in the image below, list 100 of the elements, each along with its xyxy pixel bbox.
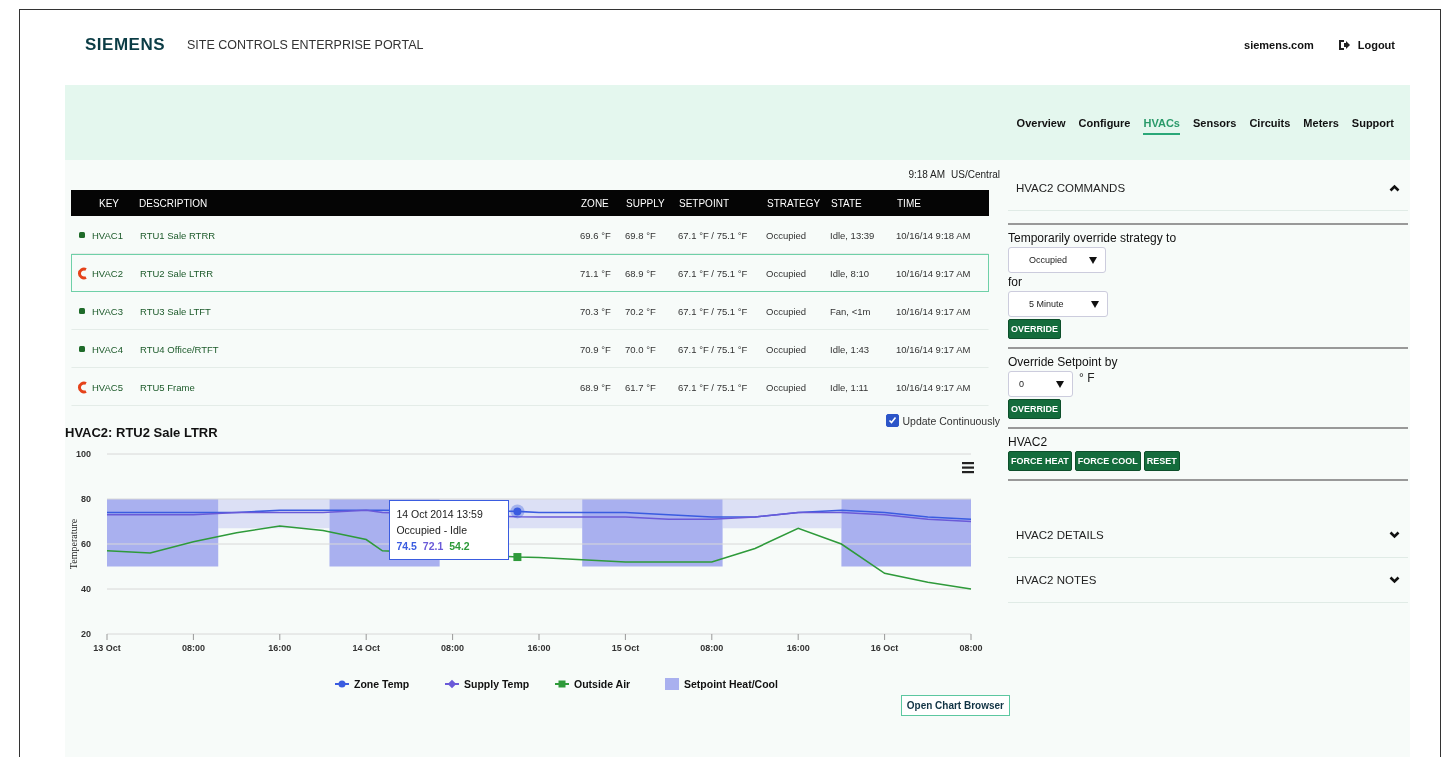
caret-icon xyxy=(1091,300,1099,308)
table-cell-text: 61.7 °F xyxy=(625,381,657,393)
field-label: Override Setpoint by xyxy=(1008,355,1118,369)
table-cell-text: HVAC5 xyxy=(92,381,124,393)
table-cell-text: 67.1 °F / 75.1 °F xyxy=(678,229,749,241)
nav-tab[interactable]: Configure xyxy=(1078,112,1131,135)
legend-item[interactable]: Supply Temp xyxy=(444,678,530,690)
table-cell-text: 10/16/14 9:17 AM xyxy=(896,343,972,355)
override-button[interactable]: OVERRIDE xyxy=(1008,399,1061,419)
table-row[interactable]: HVAC2 RTU2 Sale LTRR 71.1 °F 68.9 °F 67.1 °F / 75.1 °F Occupied Idle, 8:10 10/16/14 9:17 AM xyxy=(71,254,989,292)
table-cell-text: 68.9 °F xyxy=(625,267,657,279)
table-cell-text: 67.1 °F / 75.1 °F xyxy=(678,305,749,317)
table-cell-text: 67.1 °F / 75.1 °F xyxy=(678,267,749,279)
table-cell-text: 68.9 °F xyxy=(580,381,612,393)
table-row[interactable]: HVAC3 RTU3 Sale LTFT 70.3 °F 70.2 °F 67.1 °F / 75.1 °F Occupied Fan, <1m 10/16/14 9:17 AM xyxy=(71,292,989,330)
c-icon xyxy=(77,380,87,394)
tooltip-date: 14 Oct 2014 13:59 xyxy=(396,507,484,522)
table-cell-text: RTU4 Office/RTFT xyxy=(140,343,220,355)
checkmark-icon xyxy=(887,416,897,425)
accordion-header[interactable]: HVAC2 NOTES xyxy=(1008,558,1408,603)
table-cell-text: Idle, 13:39 xyxy=(830,229,876,241)
y-tick-label: 100 xyxy=(75,449,91,459)
column-header: STATE xyxy=(831,197,863,209)
nav-tab[interactable]: Circuits xyxy=(1249,112,1291,135)
clock-time: 9:18 AM xyxy=(908,169,946,182)
x-tick-label: 14 Oct xyxy=(352,643,380,653)
caret-icon xyxy=(1056,380,1064,388)
menu-icon[interactable] xyxy=(962,462,974,474)
setpoint-dropdown[interactable]: 0 xyxy=(1008,371,1073,397)
table-cell-text: Idle, 1:43 xyxy=(830,343,871,355)
caret-icon xyxy=(1089,256,1097,264)
command-button[interactable]: RESET xyxy=(1143,451,1180,471)
column-header: KEY xyxy=(98,197,120,209)
hover-point xyxy=(513,553,522,562)
table-cell-text: 10/16/14 9:18 AM xyxy=(896,229,972,241)
duration-dropdown[interactable]: 5 Minute xyxy=(1008,291,1108,317)
x-tick-label: 16:00 xyxy=(786,643,810,653)
table-cell-text: Occupied xyxy=(766,267,808,279)
legend-label[interactable]: Setpoint Heat/Cool xyxy=(684,678,778,690)
logout-link[interactable]: Logout xyxy=(1357,38,1395,51)
legend-item[interactable]: Outside Air xyxy=(554,678,631,690)
nav-tab[interactable]: Meters xyxy=(1303,112,1339,135)
table-cell-text: 10/16/14 9:17 AM xyxy=(896,267,972,279)
time-zone: US/Central xyxy=(951,169,1000,182)
table-cell-text: 67.1 °F / 75.1 °F xyxy=(678,381,749,393)
y-tick-label: 40 xyxy=(81,584,91,594)
table-cell-text: RTU2 Sale LTRR xyxy=(140,267,215,279)
portal-title: SITE CONTROLS ENTERPRISE PORTAL xyxy=(187,37,424,52)
legend-label: Zone Temp xyxy=(354,678,410,690)
table-cell-text: 10/16/14 9:17 AM xyxy=(896,381,972,393)
table-cell-text: Occupied xyxy=(766,229,808,241)
table-cell-text: Occupied xyxy=(766,305,808,317)
table-cell-text: Occupied xyxy=(766,343,808,355)
table-cell-text: 70.9 °F xyxy=(580,343,612,355)
table-row[interactable]: HVAC5 RTU5 Frame 68.9 °F 61.7 °F 67.1 °F / 75.1 °F Occupied Idle, 1:11 10/16/14 9:17 AM xyxy=(71,368,989,406)
site-link[interactable]: siemens.com xyxy=(1244,38,1314,51)
logout-icon[interactable] xyxy=(1337,38,1350,51)
strategy-dropdown[interactable]: Occupied xyxy=(1008,247,1106,273)
field-label: Temporarily override strategy to xyxy=(1008,231,1177,245)
legend-label: Supply Temp xyxy=(464,678,530,690)
column-header: STRATEGY xyxy=(767,197,822,209)
table-cell-text: 10/16/14 9:17 AM xyxy=(896,305,972,317)
table-cell-text: 69.8 °F xyxy=(625,229,657,241)
table-cell-text: 70.0 °F xyxy=(625,343,657,355)
table-cell-text: Idle, 1:11 xyxy=(830,381,870,393)
logo: SIEMENS xyxy=(85,34,166,55)
table-cell-text: 70.3 °F xyxy=(580,305,612,317)
section-title: HVAC2 DETAILS xyxy=(1016,529,1104,541)
accordion-header[interactable]: HVAC2 DETAILS xyxy=(1008,513,1408,558)
table-cell-text: HVAC1 xyxy=(92,229,124,241)
column-header: SETPOINT xyxy=(679,197,730,209)
y-axis-label: Temperature xyxy=(68,518,79,570)
command-button[interactable]: FORCE COOL xyxy=(1074,451,1141,471)
tooltip-value: 54.2 xyxy=(449,539,470,554)
column-header: ZONE xyxy=(581,197,610,209)
nav-tab[interactable]: Support xyxy=(1351,112,1394,135)
override-button[interactable]: OVERRIDE xyxy=(1008,319,1061,339)
table-row[interactable]: HVAC4 RTU4 Office/RTFT 70.9 °F 70.0 °F 67.1 °F / 75.1 °F Occupied Idle, 1:43 10/16/14 9:17 AM xyxy=(71,330,989,368)
y-tick-label: 80 xyxy=(81,494,91,504)
checkbox-label: Update Continuously xyxy=(902,414,1000,427)
nav-tab[interactable]: Sensors xyxy=(1192,112,1237,135)
x-tick-label: 08:00 xyxy=(959,643,983,653)
legend-label: Outside Air xyxy=(574,678,631,690)
x-tick-label: 16:00 xyxy=(268,643,292,653)
tooltip-value: 72.1 xyxy=(422,539,444,554)
accordion-header[interactable]: HVAC2 COMMANDS xyxy=(1008,166,1408,211)
table-cell-text: RTU3 Sale LTFT xyxy=(140,305,212,317)
x-tick-label: 16:00 xyxy=(527,643,551,653)
column-header: DESCRIPTION xyxy=(139,197,209,209)
nav-tab[interactable]: Overview xyxy=(1016,112,1066,135)
section-title: HVAC2 COMMANDS xyxy=(1016,182,1126,194)
open-chart-browser-button[interactable]: Open Chart Browser xyxy=(900,695,1010,716)
checkbox[interactable] xyxy=(885,414,899,427)
legend-item[interactable]: Zone Temp xyxy=(334,678,410,690)
table-cell-text: 67.1 °F / 75.1 °F xyxy=(678,343,749,355)
table-row[interactable]: HVAC1 RTU1 Sale RTRR 69.6 °F 69.8 °F 67.1 °F / 75.1 °F Occupied Idle, 13:39 10/16/14 9:18 AM xyxy=(71,216,989,254)
x-tick-label: 08:00 xyxy=(441,643,465,653)
command-button[interactable]: FORCE HEAT xyxy=(1008,451,1072,471)
table-cell-text: RTU5 Frame xyxy=(140,381,196,393)
chart-title: HVAC2: RTU2 Sale LTRR xyxy=(65,425,219,440)
